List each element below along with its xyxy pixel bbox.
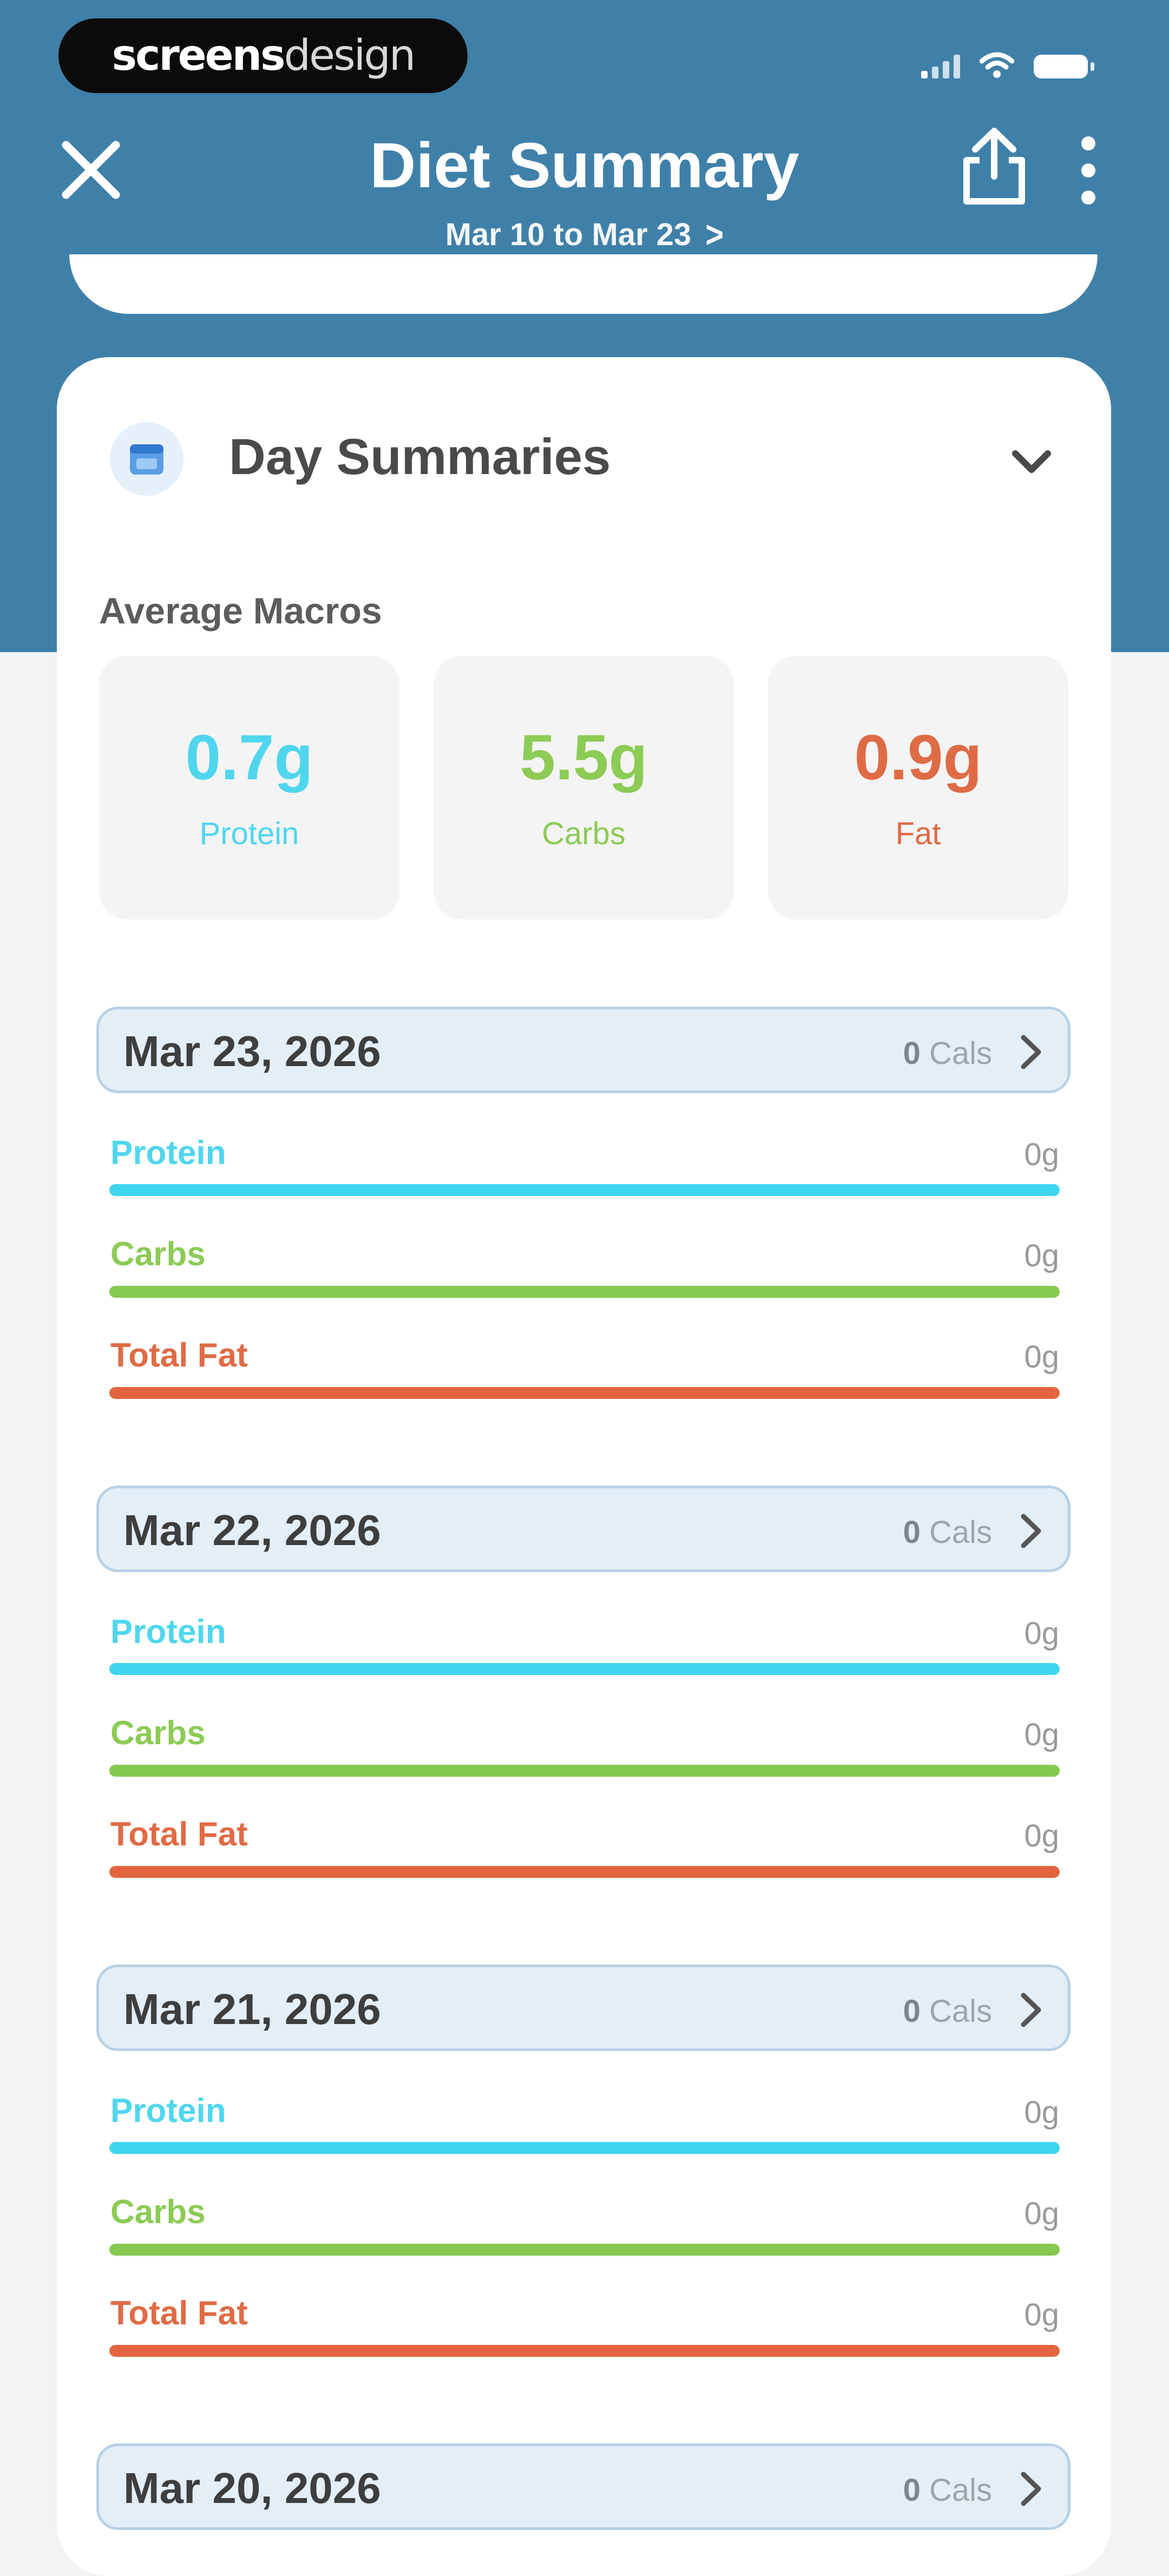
calories-unit: Cals bbox=[929, 2473, 992, 2508]
macro-bar-carbs bbox=[109, 1286, 1060, 1298]
calories-unit: Cals bbox=[929, 1994, 992, 2029]
chevron-right-icon bbox=[1021, 1514, 1041, 1548]
day-calories: 0 Cals bbox=[903, 1514, 992, 1550]
day-row-header[interactable]: Mar 21, 2026 0 Cals bbox=[96, 1964, 1071, 2051]
chevron-right-icon bbox=[1021, 2472, 1041, 2506]
macro-amount-carbs: 0g bbox=[1024, 1717, 1059, 1752]
brand-badge: screens design bbox=[58, 18, 468, 93]
average-macros-label: Average Macros bbox=[99, 590, 382, 632]
signal-icon bbox=[921, 54, 960, 78]
day-date: Mar 21, 2026 bbox=[123, 1985, 381, 2033]
macro-bar-protein bbox=[109, 1184, 1060, 1196]
previous-card-edge bbox=[69, 254, 1098, 314]
macro-amount-carbs: 0g bbox=[1024, 1238, 1059, 1273]
macro-amount-fat: 0g bbox=[1024, 2297, 1059, 2332]
calendar-icon bbox=[110, 422, 183, 496]
day-row-header[interactable]: Mar 20, 2026 0 Cals bbox=[96, 2443, 1071, 2530]
macro-label-fat: Total Fat bbox=[110, 1337, 248, 1374]
average-protein-label: Protein bbox=[199, 816, 299, 851]
macro-amount-fat: 0g bbox=[1024, 1339, 1059, 1375]
section-title: Day Summaries bbox=[229, 428, 611, 485]
calories-value: 0 bbox=[903, 1994, 921, 2029]
macro-bar-protein bbox=[109, 1663, 1060, 1675]
average-carbs-label: Carbs bbox=[542, 816, 626, 851]
average-protein-value: 0.7g bbox=[185, 722, 313, 793]
day-row-header[interactable]: Mar 23, 2026 0 Cals bbox=[96, 1007, 1071, 1093]
battery-icon bbox=[1034, 55, 1094, 78]
day-date: Mar 23, 2026 bbox=[123, 1027, 381, 1075]
calories-value: 0 bbox=[903, 1515, 921, 1550]
macro-bar-fat bbox=[109, 2345, 1060, 2357]
calories-unit: Cals bbox=[929, 1036, 992, 1071]
macro-amount-protein: 0g bbox=[1024, 1616, 1059, 1651]
macro-label-protein: Protein bbox=[110, 2092, 226, 2130]
chevron-right-icon: > bbox=[705, 213, 724, 256]
day-calories: 0 Cals bbox=[903, 2472, 992, 2508]
macro-bar-carbs bbox=[109, 2244, 1060, 2256]
macro-label-protein: Protein bbox=[110, 1134, 226, 1172]
brand-text-light: design bbox=[284, 31, 416, 80]
average-carbs-value: 5.5g bbox=[520, 722, 648, 793]
day-date: Mar 22, 2026 bbox=[123, 1506, 381, 1554]
day-row-header[interactable]: Mar 22, 2026 0 Cals bbox=[96, 1486, 1071, 1572]
macro-bar-carbs bbox=[109, 1765, 1060, 1777]
wifi-icon bbox=[980, 51, 1014, 78]
macro-label-fat: Total Fat bbox=[110, 2295, 248, 2332]
chevron-right-icon bbox=[1021, 1993, 1041, 2027]
date-range-selector[interactable]: Mar 10 to Mar 23 > bbox=[0, 213, 1169, 256]
average-carbs-tile: 5.5g Carbs bbox=[434, 656, 734, 919]
brand-text-strong: screens bbox=[111, 31, 286, 80]
macro-label-carbs: Carbs bbox=[110, 2193, 206, 2231]
macro-amount-carbs: 0g bbox=[1024, 2196, 1059, 2231]
macro-bar-protein bbox=[109, 2142, 1060, 2154]
macro-bar-fat bbox=[109, 1387, 1060, 1399]
day-calories: 0 Cals bbox=[903, 1035, 992, 1072]
chevron-down-icon[interactable] bbox=[1008, 437, 1055, 485]
more-options-icon[interactable] bbox=[1074, 135, 1102, 206]
calories-value: 0 bbox=[903, 1036, 921, 1071]
day-date: Mar 20, 2026 bbox=[123, 2464, 381, 2512]
average-fat-value: 0.9g bbox=[854, 722, 982, 793]
macro-label-carbs: Carbs bbox=[110, 1236, 206, 1273]
calories-value: 0 bbox=[903, 2473, 921, 2508]
macro-label-fat: Total Fat bbox=[110, 1816, 248, 1853]
average-fat-tile: 0.9g Fat bbox=[768, 656, 1068, 919]
macro-amount-protein: 0g bbox=[1024, 1137, 1059, 1172]
macro-label-protein: Protein bbox=[110, 1613, 226, 1651]
macro-amount-protein: 0g bbox=[1024, 2095, 1059, 2130]
share-icon[interactable] bbox=[959, 127, 1029, 208]
calories-unit: Cals bbox=[929, 1515, 992, 1550]
chevron-right-icon bbox=[1021, 1035, 1041, 1069]
average-fat-label: Fat bbox=[895, 816, 941, 851]
average-protein-tile: 0.7g Protein bbox=[99, 656, 399, 919]
macro-label-carbs: Carbs bbox=[110, 1714, 206, 1752]
macro-bar-fat bbox=[109, 1866, 1060, 1878]
status-icons bbox=[921, 51, 1094, 78]
macro-amount-fat: 0g bbox=[1024, 1818, 1059, 1854]
date-range-text: Mar 10 to Mar 23 bbox=[445, 217, 692, 252]
day-calories: 0 Cals bbox=[903, 1993, 992, 2029]
